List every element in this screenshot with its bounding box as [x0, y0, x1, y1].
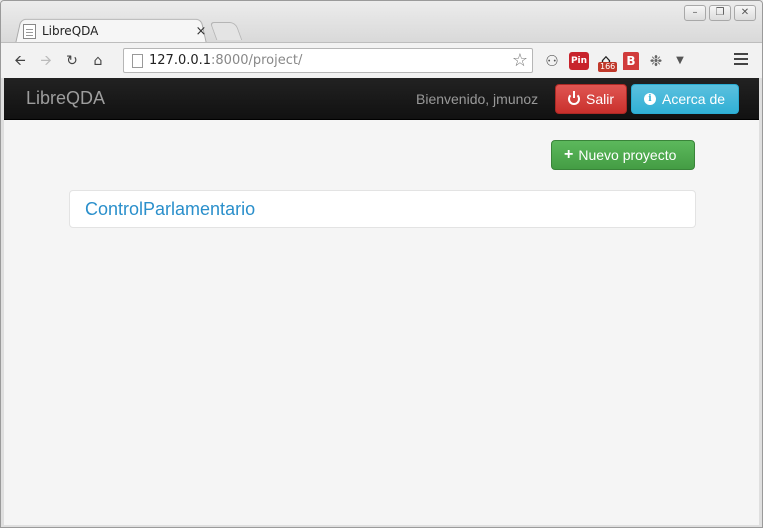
extensions-area: ⚇ Pin ⌂ 166 B ❉ ▼ — [541, 48, 687, 74]
maximize-button[interactable]: ❐ — [709, 5, 731, 21]
url-path: :8000/project/ — [211, 53, 303, 68]
url-host: 127.0.0.1 — [149, 53, 212, 68]
house-extension-icon[interactable]: ⌂ 166 — [595, 50, 618, 72]
window-controls: – ❐ ✕ — [684, 5, 756, 21]
extension-badge: 166 — [598, 62, 618, 72]
power-icon — [568, 91, 580, 105]
brand-logo[interactable]: LibreQDA — [26, 88, 105, 109]
about-label: Acerca de — [662, 91, 726, 107]
logout-label: Salir — [585, 91, 614, 107]
welcome-text: Bienvenido, jmunoz — [416, 91, 539, 107]
minimize-button[interactable]: – — [684, 5, 706, 21]
forward-icon[interactable]: 🡪 — [33, 48, 59, 74]
bug-icon[interactable]: ❉ — [645, 50, 667, 72]
title-bar: LibreQDA × – ❐ ✕ — [1, 1, 762, 44]
page-viewport: LibreQDA Bienvenido, jmunoz Salir i Acer… — [4, 78, 759, 525]
info-icon: i — [644, 93, 656, 105]
close-window-button[interactable]: ✕ — [734, 5, 756, 21]
tab-close-icon[interactable]: × — [193, 24, 209, 39]
home-icon[interactable]: ⌂ — [85, 48, 111, 74]
plus-icon: + — [564, 146, 574, 163]
project-link[interactable]: ControlParlamentario — [85, 199, 255, 220]
new-tab-button[interactable] — [209, 22, 243, 40]
new-project-label: Nuevo proyecto — [578, 147, 677, 163]
browser-toolbar: 🡨 🡪 ↻ ⌂ 127.0.0.1 :8000/project/ ☆ ⚇ Pin… — [1, 42, 762, 78]
menu-icon[interactable] — [734, 53, 748, 67]
page-icon — [132, 53, 143, 68]
evernote-icon[interactable]: ⚇ — [541, 50, 563, 72]
project-list: ControlParlamentario — [69, 190, 696, 228]
browser-window: LibreQDA × – ❐ ✕ 🡨 🡪 ↻ ⌂ 127.0.0.1 :8000… — [0, 0, 763, 528]
logout-button[interactable]: Salir — [555, 84, 627, 114]
address-bar[interactable]: 127.0.0.1 :8000/project/ ☆ — [123, 48, 533, 73]
tab-title: LibreQDA — [42, 24, 99, 38]
navbar: LibreQDA Bienvenido, jmunoz Salir i Acer… — [4, 78, 759, 120]
page-icon — [23, 23, 36, 39]
about-button[interactable]: i Acerca de — [631, 84, 739, 114]
new-project-button[interactable]: + Nuevo proyecto — [551, 140, 695, 170]
pinterest-icon[interactable]: Pin — [569, 52, 589, 70]
back-icon[interactable]: 🡨 — [7, 48, 33, 74]
bookmark-b-icon[interactable]: B — [623, 52, 639, 70]
reload-icon[interactable]: ↻ — [59, 48, 85, 74]
bookmark-star-icon[interactable]: ☆ — [512, 50, 528, 71]
chevron-down-icon[interactable]: ▼ — [673, 50, 687, 72]
browser-tab-content[interactable]: LibreQDA × — [21, 20, 211, 42]
